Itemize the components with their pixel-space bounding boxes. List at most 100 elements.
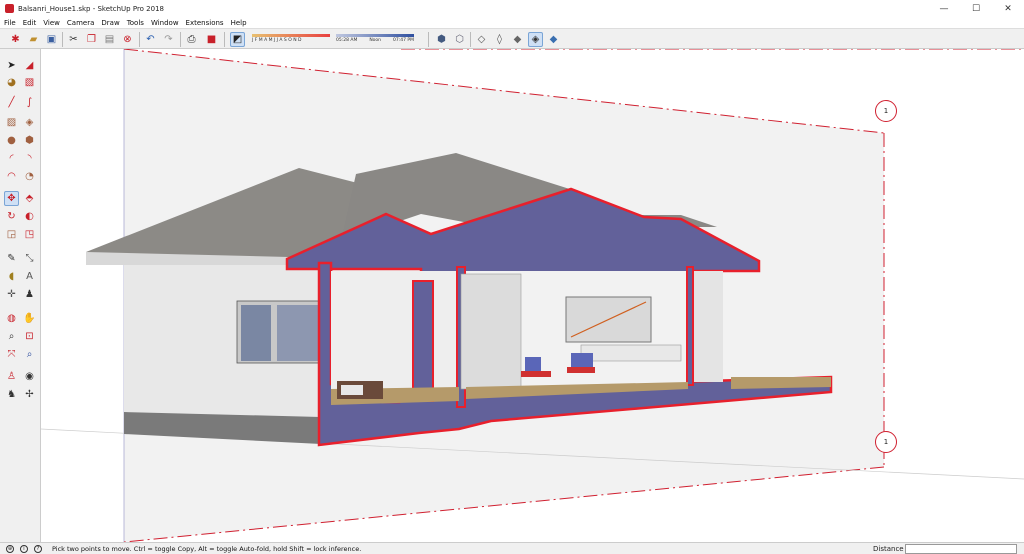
- freehand-icon[interactable]: ∫: [22, 95, 37, 110]
- section-plane-icon[interactable]: ✢: [22, 387, 37, 402]
- maximize-button[interactable]: ☐: [960, 0, 992, 17]
- paste-icon[interactable]: ▤: [102, 32, 117, 47]
- rotated-rectangle-icon[interactable]: ◈: [22, 115, 37, 130]
- line-tool-icon[interactable]: ╱: [4, 95, 19, 110]
- save-icon[interactable]: ▣: [44, 32, 59, 47]
- push-pull-icon[interactable]: ⬘: [22, 191, 37, 206]
- display-shadows-icon[interactable]: ◩: [230, 32, 245, 47]
- protractor-icon[interactable]: ◖: [4, 269, 19, 284]
- section-marker-bottom-label: 1: [883, 438, 889, 446]
- sketchup-logo-icon: [5, 4, 14, 13]
- menu-tools[interactable]: Tools: [127, 19, 144, 27]
- close-button[interactable]: ✕: [992, 0, 1024, 17]
- model-info-icon[interactable]: ■: [204, 32, 219, 47]
- menu-draw[interactable]: Draw: [101, 19, 119, 27]
- section-marker-bottom[interactable]: 1: [875, 431, 897, 453]
- scale-icon[interactable]: ◲: [4, 227, 19, 242]
- main-toolbar: ✱ ▰ ▣ ✂ ❐ ▤ ⊗ ↶ ↷ ⎙ ■ ◩ J F M A M J J A …: [0, 28, 1024, 49]
- three-point-arc-icon[interactable]: ◠: [4, 169, 19, 184]
- orbit-icon[interactable]: ◍: [4, 311, 19, 326]
- zoom-window-icon[interactable]: ⊡: [22, 329, 37, 344]
- follow-me-icon[interactable]: ◐: [22, 209, 37, 224]
- rectangle-icon[interactable]: ▨: [4, 115, 19, 130]
- print-icon[interactable]: ⎙: [184, 32, 199, 47]
- tape-measure-icon[interactable]: ✎: [4, 251, 19, 266]
- help-icon[interactable]: ?: [34, 544, 42, 553]
- geo-location-icon[interactable]: ⊕: [6, 544, 14, 553]
- interior-wall-cut-3: [686, 266, 694, 386]
- rotate-icon[interactable]: ↻: [4, 209, 19, 224]
- minimize-button[interactable]: —: [928, 0, 960, 17]
- time-slider-track: [336, 34, 414, 37]
- shaded-textures-icon[interactable]: ◈: [528, 32, 543, 47]
- xray-icon[interactable]: ⬢: [434, 32, 449, 47]
- menu-edit[interactable]: Edit: [23, 19, 37, 27]
- select-arrow-icon[interactable]: ➤: [4, 58, 19, 73]
- shadow-date-slider[interactable]: J F M A M J J A S O N D: [252, 31, 330, 48]
- terrace-floor: [731, 377, 831, 389]
- date-slider-track: [252, 34, 330, 37]
- two-point-arc-icon[interactable]: ◝: [22, 151, 37, 166]
- menu-view[interactable]: View: [43, 19, 60, 27]
- circle-icon[interactable]: ●: [4, 133, 19, 148]
- status-message: Pick two points to move. Ctrl = toggle C…: [52, 544, 362, 553]
- toolbar-divider: [470, 32, 471, 47]
- toolbar-divider: [180, 32, 181, 47]
- model-viewport[interactable]: 1 1: [41, 49, 1024, 542]
- offset-icon[interactable]: ◳: [22, 227, 37, 242]
- erase-icon[interactable]: ⊗: [120, 32, 135, 47]
- menu-camera[interactable]: Camera: [67, 19, 94, 27]
- text-tool-icon[interactable]: A: [22, 269, 37, 284]
- undo-icon[interactable]: ↶: [143, 32, 158, 47]
- cut-icon[interactable]: ✂: [66, 32, 81, 47]
- window-controls: — ☐ ✕: [928, 0, 1024, 17]
- wireframe-icon[interactable]: ◇: [474, 32, 489, 47]
- monochrome-icon[interactable]: ◆: [546, 32, 561, 47]
- shaded-icon[interactable]: ◆: [510, 32, 525, 47]
- pillow: [341, 385, 363, 395]
- eraser-icon[interactable]: ◢: [22, 58, 37, 73]
- section-marker-top[interactable]: 1: [875, 100, 897, 122]
- previous-view-icon[interactable]: ⌕: [22, 347, 37, 362]
- polygon-icon[interactable]: ⬢: [22, 133, 37, 148]
- back-edges-icon[interactable]: ⬡: [452, 32, 467, 47]
- kitchen-counter: [580, 344, 682, 362]
- menu-help[interactable]: Help: [231, 19, 247, 27]
- open-folder-icon[interactable]: ▰: [26, 32, 41, 47]
- make-component-icon[interactable]: ▧: [22, 75, 37, 90]
- toolbar-divider: [62, 32, 63, 47]
- menu-file[interactable]: File: [4, 19, 16, 27]
- look-around-icon[interactable]: ◉: [22, 369, 37, 384]
- wardrobe: [460, 273, 522, 390]
- distance-input[interactable]: [905, 544, 1017, 554]
- move-tool-icon[interactable]: ✥: [4, 191, 19, 206]
- toolbar-divider: [428, 32, 429, 47]
- shadow-time-slider[interactable]: 05:28 AM Noon 07:47 PM: [336, 31, 414, 48]
- position-camera-icon[interactable]: ♙: [4, 369, 19, 384]
- copy-icon[interactable]: ❐: [84, 32, 99, 47]
- zoom-icon[interactable]: ⌕: [4, 329, 19, 344]
- credits-icon[interactable]: i: [20, 544, 28, 553]
- zoom-extents-icon[interactable]: ⤧: [4, 347, 19, 362]
- status-bar: ⊕ i ? Pick two points to move. Ctrl = to…: [0, 542, 1024, 554]
- menu-window[interactable]: Window: [151, 19, 179, 27]
- left-toolbar: ➤ ◢ ◕ ▧ ╱ ∫ ▨ ◈ ● ⬢ ◜ ◝ ◠ ◔ ✥ ⬘ ↻ ◐ ◲ ◳ …: [0, 49, 41, 542]
- axes-icon[interactable]: ✛: [4, 287, 19, 302]
- three-d-text-icon[interactable]: ♟: [22, 287, 37, 302]
- hidden-line-icon[interactable]: ◊: [492, 32, 507, 47]
- time-noon-label: Noon: [369, 38, 382, 43]
- dimension-icon[interactable]: ⤡: [22, 251, 37, 266]
- armchair-1-seat: [521, 371, 551, 377]
- new-model-icon[interactable]: ✱: [8, 32, 23, 47]
- arc-icon[interactable]: ◜: [4, 151, 19, 166]
- pie-icon[interactable]: ◔: [22, 169, 37, 184]
- distance-label: Distance: [873, 545, 904, 553]
- walk-icon[interactable]: ♞: [4, 387, 19, 402]
- paint-bucket-icon[interactable]: ◕: [4, 75, 19, 90]
- model-canvas: [41, 49, 1024, 542]
- redo-icon[interactable]: ↷: [161, 32, 176, 47]
- menu-bar: File Edit View Camera Draw Tools Window …: [0, 17, 1024, 28]
- bedroom-interior: [331, 271, 459, 389]
- pan-icon[interactable]: ✋: [22, 311, 37, 326]
- menu-extensions[interactable]: Extensions: [186, 19, 224, 27]
